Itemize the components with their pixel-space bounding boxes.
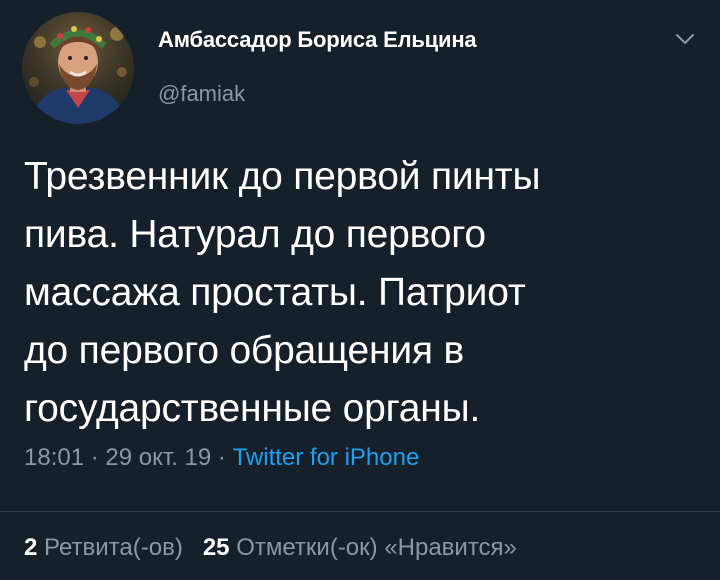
retweets-stat[interactable]: 2 Ретвита(-ов) [24,534,183,561]
avatar-photo-icon [22,12,134,124]
tweet-date[interactable]: 29 окт. 19 [105,444,211,471]
user-avatar[interactable] [22,12,134,124]
meta-separator: · [211,444,233,471]
tweet-text: Трезвенник до первой пинты пива. Натурал… [24,155,541,430]
tweet-meta: 18:01 · 29 окт. 19 · Twitter for iPhone [24,444,419,472]
likes-count: 25 [202,534,230,561]
tweet-stats: 2 Ретвита(-ов) 25 Отметки(-ок) «Нравится» [24,534,517,562]
divider [0,511,720,512]
meta-separator: · [84,444,106,471]
retweets-label: Ретвита(-ов) [44,534,183,561]
tweet-source-link[interactable]: Twitter for iPhone [233,444,420,471]
tweet-card: Амбассадор Бориса Ельцина @famiak Трезве… [0,0,720,580]
likes-stat[interactable]: 25 Отметки(-ок) «Нравится» [203,534,517,561]
tweet-time[interactable]: 18:01 [24,444,84,471]
author-display-name[interactable]: Амбассадор Бориса Ельцина [158,27,477,53]
retweets-count: 2 [24,534,38,561]
likes-label: Отметки(-ок) «Нравится» [236,534,517,561]
chevron-down-icon[interactable] [674,28,696,50]
author-handle[interactable]: @famiak [158,81,245,107]
